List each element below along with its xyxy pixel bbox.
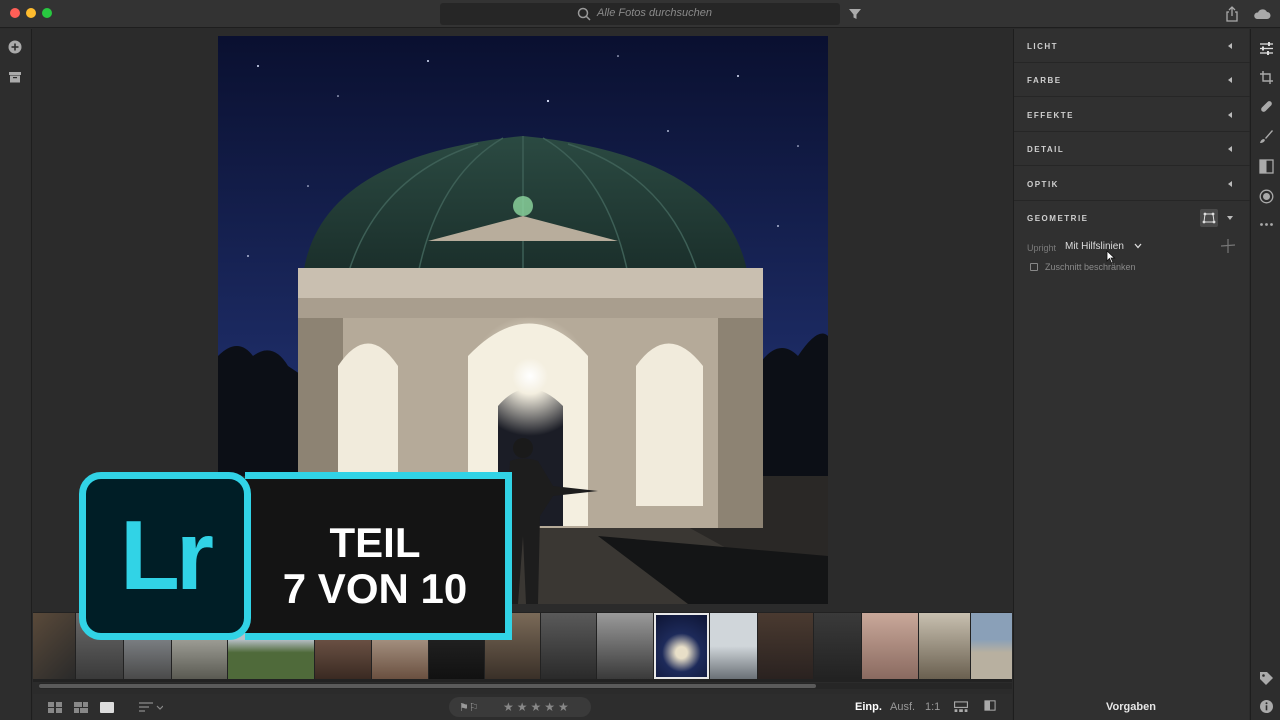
search-field[interactable]: Alle Fotos durchsuchen bbox=[440, 3, 840, 25]
lightroom-logo: Lr bbox=[79, 472, 251, 640]
filmstrip-thumbnail-selected[interactable] bbox=[654, 613, 709, 679]
section-label: FARBE bbox=[1027, 76, 1062, 85]
collapse-arrow-icon[interactable] bbox=[1228, 146, 1232, 152]
filmstrip-thumbnail[interactable] bbox=[814, 613, 861, 679]
section-detail[interactable]: DETAIL bbox=[1014, 132, 1250, 166]
guided-upright-button[interactable] bbox=[1200, 209, 1218, 227]
zoom-fill-button[interactable]: Ausf. bbox=[890, 701, 915, 713]
left-rail bbox=[0, 29, 32, 720]
healing-icon[interactable] bbox=[1259, 99, 1274, 114]
section-effekte[interactable]: EFFEKTE bbox=[1014, 98, 1250, 132]
part-title: TEIL bbox=[329, 519, 421, 566]
rating-flag-control: ⚑⚐ ★★★★★ bbox=[449, 697, 591, 717]
section-licht[interactable]: LICHT bbox=[1014, 29, 1250, 63]
presets-label: Vorgaben bbox=[1106, 701, 1156, 713]
filmstrip-thumbnail[interactable] bbox=[971, 613, 1012, 679]
section-optik[interactable]: OPTIK bbox=[1014, 167, 1250, 201]
zoom-window-button[interactable] bbox=[42, 8, 52, 18]
filmstrip-toggle-icon[interactable] bbox=[953, 701, 969, 712]
close-window-button[interactable] bbox=[10, 8, 20, 18]
linear-gradient-icon[interactable] bbox=[1259, 159, 1274, 174]
geometry-tool-icon bbox=[1202, 212, 1216, 224]
filmstrip-scrollbar[interactable] bbox=[39, 683, 1012, 689]
collapse-arrow-icon[interactable] bbox=[1228, 181, 1232, 187]
sort-icon[interactable] bbox=[139, 702, 163, 713]
filmstrip-thumbnail[interactable] bbox=[33, 613, 75, 679]
zoom-fit-button[interactable]: Einp. bbox=[855, 701, 882, 713]
section-label: OPTIK bbox=[1027, 180, 1059, 189]
compare-view-icon[interactable] bbox=[983, 700, 997, 711]
flag-buttons[interactable]: ⚑⚐ bbox=[459, 701, 479, 714]
filmstrip-thumbnail[interactable] bbox=[919, 613, 970, 679]
brush-icon[interactable] bbox=[1259, 129, 1274, 144]
collapse-arrow-icon[interactable] bbox=[1228, 43, 1232, 49]
search-placeholder: Alle Fotos durchsuchen bbox=[597, 7, 712, 19]
collapse-arrow-icon[interactable] bbox=[1228, 112, 1232, 118]
section-label: DETAIL bbox=[1027, 145, 1065, 154]
filmstrip-thumbnail[interactable] bbox=[862, 613, 918, 679]
photo-grid-icon[interactable] bbox=[74, 702, 88, 713]
radial-gradient-icon[interactable] bbox=[1259, 189, 1274, 204]
more-icon[interactable] bbox=[1259, 217, 1274, 232]
section-geometrie[interactable]: GEOMETRIE bbox=[1014, 201, 1250, 235]
minimize-window-button[interactable] bbox=[26, 8, 36, 18]
section-label: EFFEKTE bbox=[1027, 111, 1074, 120]
title-bar: Alle Fotos durchsuchen bbox=[0, 0, 1280, 28]
library-icon[interactable] bbox=[8, 70, 22, 84]
share-icon[interactable] bbox=[1225, 6, 1239, 22]
cloud-icon[interactable] bbox=[1253, 8, 1271, 20]
chevron-down-icon[interactable] bbox=[1134, 243, 1142, 249]
upright-label: Upright bbox=[1027, 243, 1057, 253]
edit-panel: LICHT FARBE EFFEKTE DETAIL OPTIK GEOMETR… bbox=[1013, 29, 1250, 694]
section-label: LICHT bbox=[1027, 42, 1059, 51]
lightroom-logo-text: Lr bbox=[120, 500, 214, 610]
add-photos-icon[interactable] bbox=[8, 40, 22, 54]
tutorial-overlay: TEIL 7 VON 10 Lr bbox=[79, 472, 512, 640]
filmstrip-thumbnail[interactable] bbox=[758, 613, 813, 679]
part-badge: TEIL 7 VON 10 bbox=[245, 472, 512, 640]
zoom-1to1-button[interactable]: 1:1 bbox=[925, 701, 940, 713]
search-icon bbox=[577, 7, 591, 21]
square-grid-icon[interactable] bbox=[48, 702, 62, 713]
tool-rail bbox=[1250, 29, 1280, 720]
presets-button[interactable]: Vorgaben bbox=[1013, 694, 1249, 720]
filmstrip-thumbnail[interactable] bbox=[541, 613, 596, 679]
edit-sliders-icon[interactable] bbox=[1259, 41, 1274, 56]
part-number: 7 VON 10 bbox=[282, 565, 468, 612]
star-rating[interactable]: ★★★★★ bbox=[503, 700, 572, 714]
filmstrip-thumbnail[interactable] bbox=[710, 613, 757, 679]
tag-icon[interactable] bbox=[1259, 671, 1274, 686]
constrain-crop-label: Zuschnitt beschränken bbox=[1045, 262, 1136, 272]
bottom-toolbar: ⚑⚐ ★★★★★ Einp. Ausf. 1:1 bbox=[33, 694, 1012, 720]
section-label: GEOMETRIE bbox=[1027, 214, 1089, 223]
expand-arrow-icon[interactable] bbox=[1227, 216, 1233, 220]
scrollbar-thumb[interactable] bbox=[39, 684, 816, 688]
info-icon[interactable] bbox=[1259, 699, 1274, 714]
detail-view-icon[interactable] bbox=[100, 702, 114, 713]
filter-icon[interactable] bbox=[848, 7, 862, 21]
section-farbe[interactable]: FARBE bbox=[1014, 63, 1250, 97]
constrain-crop-checkbox[interactable] bbox=[1030, 263, 1038, 271]
guided-crosshair-icon[interactable] bbox=[1221, 239, 1235, 253]
filmstrip-thumbnail[interactable] bbox=[597, 613, 653, 679]
crop-icon[interactable] bbox=[1259, 70, 1274, 85]
collapse-arrow-icon[interactable] bbox=[1228, 77, 1232, 83]
